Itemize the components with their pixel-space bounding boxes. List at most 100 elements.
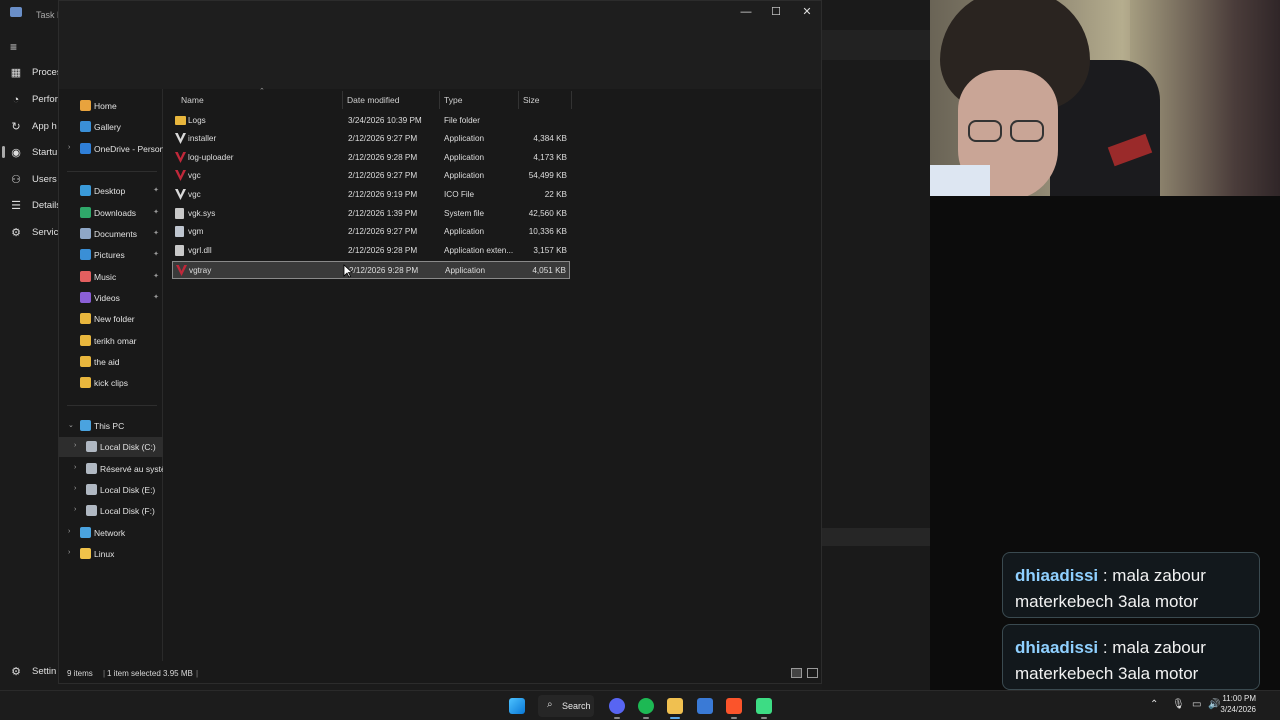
chevron-right-icon[interactable]: › — [74, 464, 76, 471]
column-separator[interactable] — [571, 91, 572, 109]
nav-item-terikh-omar[interactable]: terikh omar — [59, 331, 163, 351]
minimize-button[interactable]: — — [731, 4, 761, 20]
file-size: 10,336 KB — [528, 227, 567, 236]
network-status-icon[interactable]: ▭ — [1192, 699, 1201, 710]
brave-icon[interactable] — [726, 698, 742, 714]
linux-icon — [80, 548, 91, 559]
system-clock[interactable]: 11:00 PM 3/24/2026 — [1220, 693, 1256, 715]
file-date: 2/12/2026 9:28 PM — [348, 246, 418, 255]
nav-item-the-aid[interactable]: the aid — [59, 352, 163, 372]
nav-item-kick-clips[interactable]: kick clips — [59, 373, 163, 393]
details-view-button[interactable] — [791, 668, 802, 678]
drive-icon — [86, 484, 97, 495]
pin-icon: ✦ — [153, 230, 159, 237]
taskbar-search-button[interactable]: ⌕ Search — [538, 695, 594, 717]
tm-nav-settings[interactable]: ⚙ Settin — [0, 661, 60, 683]
chevron-right-icon[interactable]: › — [68, 528, 70, 535]
tm-nav-label: Perfor — [32, 94, 58, 105]
spotify-icon[interactable] — [638, 698, 654, 714]
selection-info: 1 item selected 3.95 MB — [107, 669, 193, 678]
nav-item-onedrive-persona[interactable]: › OneDrive - Persona — [59, 139, 163, 159]
tm-nav-details[interactable]: ☰ Details — [0, 195, 61, 217]
column-name[interactable]: Name — [181, 95, 204, 105]
android-studio-icon[interactable] — [756, 698, 772, 714]
column-separator[interactable] — [439, 91, 440, 109]
file-explorer-icon[interactable] — [667, 698, 683, 714]
column-separator[interactable] — [518, 91, 519, 109]
gallery-icon — [80, 121, 91, 132]
column-separator[interactable] — [342, 91, 343, 109]
tm-nav-startup[interactable]: ◉ Startu — [0, 142, 60, 164]
pin-icon: ✦ — [153, 294, 159, 301]
nav-item-downloads[interactable]: Downloads ✦ — [59, 203, 163, 223]
file-row[interactable]: vgc 2/12/2026 9:19 PM ICO File 22 KB — [172, 186, 570, 204]
chevron-right-icon[interactable]: › — [68, 549, 70, 556]
discord-icon[interactable] — [609, 698, 625, 714]
windows-start-icon[interactable] — [509, 698, 525, 714]
snipping-tool-icon[interactable] — [697, 698, 713, 714]
file-row[interactable]: vgtray 2/12/2026 9:28 PM Application 4,051 … — [172, 261, 570, 279]
pin-icon: ✦ — [153, 187, 159, 194]
nav-item-label: This PC — [94, 421, 125, 431]
column-date-modified[interactable]: Date modified — [347, 95, 399, 105]
webcam-overlay — [930, 0, 1280, 196]
column-size[interactable]: Size — [523, 95, 540, 105]
microphone-icon[interactable]: 🎙 — [1172, 699, 1185, 710]
tm-footer-band — [822, 528, 930, 546]
chevron-right-icon[interactable]: › — [74, 506, 76, 513]
home-icon — [80, 100, 91, 111]
file-size: 4,173 KB — [533, 153, 567, 162]
nav-item-label: Local Disk (F:) — [100, 506, 155, 516]
nav-item-label: Pictures — [94, 250, 125, 260]
nav-item-linux[interactable]: › Linux — [59, 544, 163, 564]
column-type[interactable]: Type — [444, 95, 462, 105]
nav-item-local-disk-c[interactable]: › Local Disk (C:) — [59, 437, 163, 457]
close-button[interactable]: ✕ — [792, 4, 822, 20]
show-hidden-icons-icon[interactable]: ⌃ — [1150, 699, 1158, 710]
chevron-down-icon[interactable]: ⌄ — [68, 421, 74, 429]
folder-icon — [80, 335, 91, 346]
file-row[interactable]: vgrl.dll 2/12/2026 9:28 PM Application ext… — [172, 242, 570, 260]
tm-nav-performance[interactable]: ◔ Perfor — [0, 89, 60, 111]
chevron-right-icon[interactable]: › — [74, 442, 76, 449]
nav-item-desktop[interactable]: Desktop ✦ — [59, 181, 163, 201]
file-row[interactable]: log-uploader 2/12/2026 9:28 PM Application… — [172, 149, 570, 167]
tm-nav-app-history[interactable]: ↻ App h — [0, 116, 60, 138]
tm-nav-services[interactable]: ⚙ Servic — [0, 222, 60, 244]
users-icon: ⚇ — [11, 174, 21, 186]
nav-item-music[interactable]: Music ✦ — [59, 267, 163, 287]
search-icon: ⌕ — [547, 699, 553, 710]
nav-item-home[interactable]: Home — [59, 96, 163, 116]
nav-item-new-folder[interactable]: New folder — [59, 309, 163, 329]
nav-item-videos[interactable]: Videos ✦ — [59, 288, 163, 308]
nav-item-this-pc[interactable]: ⌄ This PC — [59, 416, 163, 436]
nav-item-pictures[interactable]: Pictures ✦ — [59, 245, 163, 265]
hamburger-menu-icon[interactable]: ≡ — [10, 40, 17, 54]
performance-icon: ◔ — [12, 94, 20, 106]
file-date: 2/12/2026 1:39 PM — [348, 209, 418, 218]
nav-item-label: Home — [94, 101, 117, 111]
nav-item-documents[interactable]: Documents ✦ — [59, 224, 163, 244]
file-row[interactable]: Logs 3/24/2026 10:39 PM File folder — [172, 112, 570, 130]
tm-nav-users[interactable]: ⚇ Users — [0, 169, 60, 191]
drive-icon — [86, 505, 97, 516]
file-row[interactable]: vgk.sys 2/12/2026 1:39 PM System file 42,56… — [172, 205, 570, 223]
nav-item-local-disk-f[interactable]: › Local Disk (F:) — [59, 501, 163, 521]
file-row[interactable]: installer 2/12/2026 9:27 PM Application 4,3… — [172, 130, 570, 148]
file-row[interactable]: vgc 2/12/2026 9:27 PM Application 54,499 KB — [172, 167, 570, 185]
this-pc-icon — [80, 420, 91, 431]
file-row[interactable]: vgm 2/12/2026 9:27 PM Application 10,336 KB — [172, 223, 570, 241]
nav-item-network[interactable]: › Network — [59, 523, 163, 543]
tm-nav-processes[interactable]: ▦ Proces — [0, 62, 62, 84]
volume-icon[interactable]: 🔊 — [1208, 699, 1220, 710]
file-type: Application — [445, 266, 486, 275]
file-size: 4,384 KB — [533, 134, 567, 143]
large-icons-view-button[interactable] — [807, 668, 818, 678]
chevron-right-icon[interactable]: › — [68, 144, 70, 151]
maximize-button[interactable]: ☐ — [761, 4, 791, 20]
nav-item-gallery[interactable]: Gallery — [59, 117, 163, 137]
nav-item-label: Réservé au systèr — [100, 464, 163, 474]
nav-item-r-serv-au-syst-r[interactable]: › Réservé au systèr — [59, 459, 163, 479]
chevron-right-icon[interactable]: › — [74, 485, 76, 492]
nav-item-local-disk-e[interactable]: › Local Disk (E:) — [59, 480, 163, 500]
